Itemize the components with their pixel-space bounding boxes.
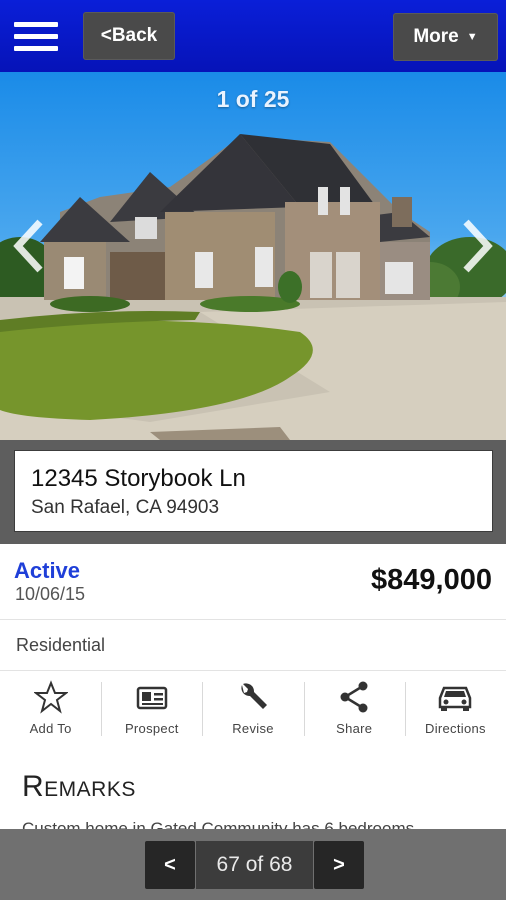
- chevron-right-icon[interactable]: [460, 218, 496, 274]
- status-badge: Active: [14, 558, 81, 583]
- directions-button[interactable]: Directions: [404, 676, 506, 742]
- remarks-heading: Remarks: [22, 770, 136, 803]
- property-type-row: Residential: [0, 619, 506, 671]
- photo-counter: 1 of 25: [216, 86, 290, 112]
- star-icon: [33, 680, 68, 714]
- prospect-button[interactable]: Prospect: [101, 676, 202, 742]
- action-toolbar: Add To Prospect Revise Share Directions: [0, 676, 506, 742]
- revise-label: Revise: [232, 721, 274, 736]
- car-icon: [439, 686, 472, 711]
- caret-down-icon: ▼: [466, 31, 478, 43]
- directions-label: Directions: [425, 721, 486, 736]
- wrench-icon: [241, 683, 267, 709]
- address-box: 12345 Storybook Ln San Rafael, CA 94903: [14, 450, 493, 532]
- listing-date: 10/06/15: [15, 584, 86, 604]
- more-label: More: [413, 26, 459, 47]
- menu-icon[interactable]: [14, 22, 58, 52]
- more-button[interactable]: More ▼: [393, 13, 498, 61]
- listing-photo[interactable]: [0, 72, 506, 440]
- previous-listing-button[interactable]: <: [145, 841, 195, 889]
- property-type: Residential: [16, 635, 106, 655]
- street-address: 12345 Storybook Ln: [31, 465, 246, 492]
- revise-button[interactable]: Revise: [202, 676, 303, 742]
- top-bar: <Back More ▼: [0, 0, 506, 72]
- next-listing-button[interactable]: >: [314, 841, 364, 889]
- prospect-label: Prospect: [124, 721, 179, 736]
- share-button[interactable]: Share: [303, 676, 405, 742]
- chevron-left-icon[interactable]: [10, 218, 46, 274]
- listing-price: $849,000: [371, 564, 492, 596]
- house-photo-image: [0, 134, 506, 440]
- add-to-label: Add To: [29, 721, 72, 736]
- share-label: Share: [336, 721, 373, 736]
- share-icon: [340, 681, 368, 713]
- pager-bar: < 67 of 68 >: [0, 829, 506, 900]
- id-card-icon: [136, 686, 168, 710]
- add-to-button[interactable]: Add To: [0, 676, 101, 742]
- back-button[interactable]: <Back: [83, 12, 175, 60]
- city-state-zip: San Rafael, CA 94903: [31, 497, 220, 518]
- listing-position: 67 of 68: [196, 841, 313, 889]
